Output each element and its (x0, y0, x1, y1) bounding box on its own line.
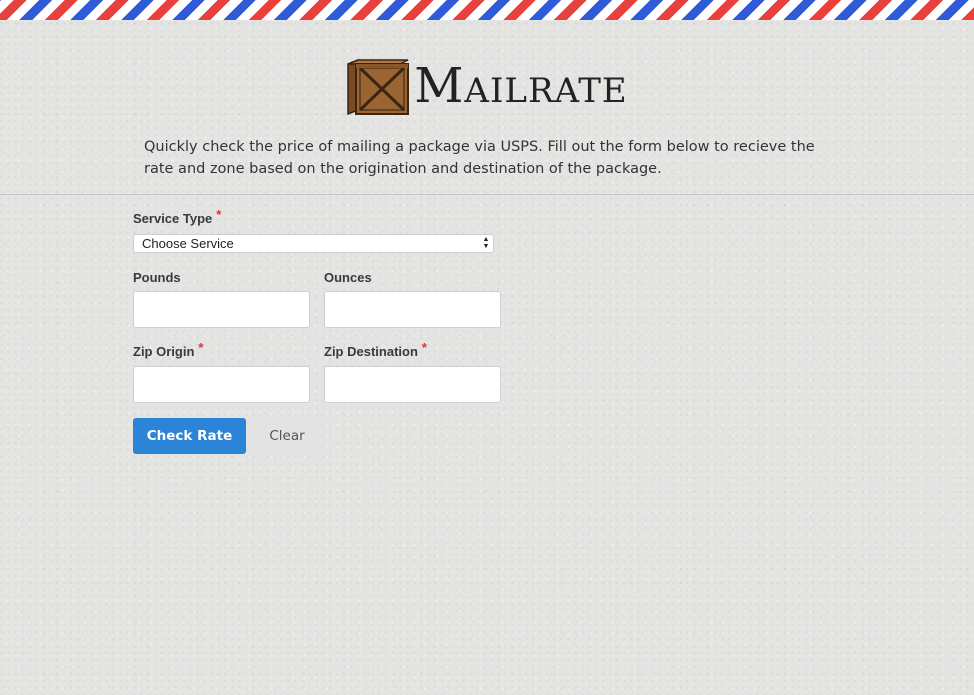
zip-origin-label-text: Zip Origin (133, 344, 195, 359)
service-type-label-text: Service Type (133, 211, 213, 226)
airmail-stripe-border (0, 0, 974, 20)
required-asterisk: * (198, 340, 204, 355)
wooden-crate-icon (347, 58, 410, 116)
service-type-select[interactable]: Choose Service ▲ ▼ (133, 234, 494, 253)
required-asterisk: * (421, 340, 427, 355)
check-rate-button[interactable]: Check Rate (133, 418, 246, 454)
required-asterisk: * (216, 207, 222, 222)
intro-text: Quickly check the price of mailing a pac… (144, 139, 815, 177)
zip-destination-input[interactable] (324, 366, 501, 403)
header: MAILRATE (0, 55, 974, 119)
zip-destination-label-text: Zip Destination (324, 344, 418, 359)
service-type-selected-value: Choose Service (142, 236, 234, 251)
ounces-input[interactable] (324, 291, 501, 328)
clear-button[interactable]: Clear (248, 418, 326, 454)
zip-destination-label: Zip Destination * (324, 340, 427, 359)
pounds-input[interactable] (133, 291, 310, 328)
ounces-label: Ounces (324, 270, 372, 285)
zip-origin-input[interactable] (133, 366, 310, 403)
zip-origin-label: Zip Origin * (133, 340, 203, 359)
pounds-label: Pounds (133, 270, 181, 285)
app-title: MAILRATE (414, 62, 628, 116)
select-arrows-icon: ▲ ▼ (482, 236, 490, 250)
divider (0, 194, 974, 195)
logo[interactable]: MAILRATE (346, 58, 628, 116)
app-title-rest: AILRATE (464, 71, 628, 111)
app-title-initial: M (414, 58, 465, 114)
service-type-label: Service Type * (133, 207, 221, 226)
